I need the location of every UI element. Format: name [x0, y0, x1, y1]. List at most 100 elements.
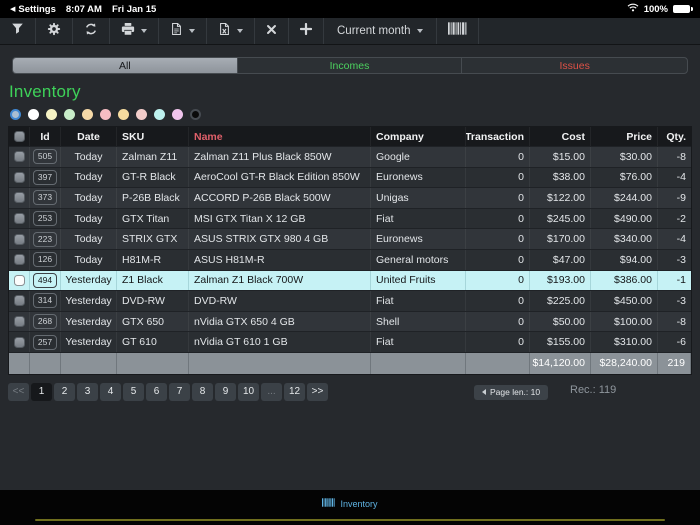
pagination-button->>[interactable]: >>	[307, 382, 328, 401]
page-length-label: Page len.: 10	[490, 387, 541, 398]
table-row[interactable]: 373 Today P-26B Black ACCORD P-26B Black 50…	[9, 188, 691, 209]
color-dot-7[interactable]	[118, 108, 129, 120]
pagination-button-3[interactable]: 3	[77, 382, 98, 401]
pagination-button-10[interactable]: 10	[238, 382, 259, 401]
cell-check	[9, 188, 30, 208]
cell-company: Fiat	[371, 208, 466, 229]
cell-company: Fiat	[371, 291, 466, 311]
cell-cost: $38.00	[530, 167, 591, 188]
page-length-button[interactable]: Page len.: 10	[474, 384, 549, 400]
row-checkbox[interactable]	[13, 192, 25, 204]
status-bar-right: 100%	[627, 3, 693, 15]
cell-transaction: 0	[466, 291, 530, 311]
color-dot-2[interactable]	[28, 108, 39, 120]
column-header-transaction[interactable]: Transaction	[466, 127, 530, 146]
segment-all[interactable]: All	[13, 58, 238, 73]
cell-price: $244.00	[591, 188, 658, 208]
color-dot-3[interactable]	[46, 108, 57, 120]
pagination-button-12[interactable]: 12	[284, 382, 305, 401]
color-dot-5[interactable]	[82, 108, 93, 120]
cell-date: Today	[61, 147, 117, 167]
select-all-checkbox[interactable]	[13, 131, 25, 142]
cell-check	[9, 291, 30, 311]
column-header-price[interactable]: Price	[591, 127, 658, 146]
row-checkbox[interactable]	[13, 233, 25, 245]
cell-name: DVD-RW	[189, 291, 371, 311]
chevron-down-icon	[416, 29, 423, 33]
table-row[interactable]: 257 Yesterday GT 610 nVidia GT 610 1 GB Fiat…	[9, 332, 691, 353]
pagination-button-1[interactable]: 1	[31, 382, 52, 401]
pagination-button-8[interactable]: 8	[192, 382, 213, 401]
table-row[interactable]: 314 Yesterday DVD-RW DVD-RW Fiat 0 $225.00 $450…	[9, 291, 691, 312]
refresh-icon	[84, 22, 98, 41]
table-row[interactable]: 505 Today Zalman Z11 Zalman Z11 Plus Black …	[9, 147, 691, 168]
print-button[interactable]	[110, 18, 159, 44]
cell-price: $76.00	[591, 167, 658, 188]
export-document-button[interactable]	[159, 18, 207, 44]
color-dot-10[interactable]	[172, 108, 183, 120]
column-header-id[interactable]: Id	[30, 127, 61, 146]
column-header-date[interactable]: Date	[61, 127, 117, 146]
refresh-button[interactable]	[73, 18, 110, 44]
row-id-badge: 126	[32, 252, 58, 268]
row-checkbox[interactable]	[13, 274, 25, 286]
pagination-button-4[interactable]: 4	[100, 382, 121, 401]
segment-incomes[interactable]: Incomes	[238, 58, 463, 73]
period-dropdown[interactable]: Current month	[324, 18, 437, 44]
color-dot-11[interactable]	[190, 108, 201, 120]
color-dot-9[interactable]	[154, 108, 165, 120]
column-header-sku[interactable]: SKU	[117, 127, 189, 146]
table-row[interactable]: 494 Yesterday Z1 Black Zalman Z1 Black 700W…	[9, 270, 691, 292]
color-dot-4[interactable]	[64, 108, 75, 120]
clear-button[interactable]	[255, 18, 289, 44]
row-checkbox[interactable]	[13, 213, 25, 225]
row-checkbox[interactable]	[13, 254, 25, 266]
table-row[interactable]: 223 Today STRIX GTX ASUS STRIX GTX 980 4 GB…	[9, 229, 691, 250]
barcode-scan-button[interactable]	[437, 18, 479, 44]
cell-price: $310.00	[591, 332, 658, 352]
cell-cost: $245.00	[530, 208, 591, 229]
pagination-button-2[interactable]: 2	[54, 382, 75, 401]
column-header-name[interactable]: Name	[189, 127, 371, 146]
cell-id: 268	[30, 311, 61, 332]
add-button[interactable]	[289, 18, 324, 44]
cell-date: Yesterday	[61, 311, 117, 332]
color-dot-8[interactable]	[136, 108, 147, 120]
record-count: Rec.: 119	[570, 383, 617, 396]
row-checkbox[interactable]	[13, 151, 25, 163]
home-indicator[interactable]	[35, 518, 665, 521]
table-row[interactable]: 268 Yesterday GTX 650 nVidia GTX 650 4 GB Sh…	[9, 311, 691, 333]
back-to-settings-link[interactable]: ◀ Settings	[10, 4, 56, 15]
pagination-button-9[interactable]: 9	[215, 382, 236, 401]
row-id-badge: 253	[32, 211, 58, 227]
row-checkbox[interactable]	[13, 336, 25, 348]
cell-check	[9, 208, 30, 229]
cell-company: General motors	[371, 249, 466, 270]
cell-price: $30.00	[591, 147, 658, 167]
row-checkbox[interactable]	[13, 295, 25, 307]
total-check	[9, 352, 30, 374]
settings-button[interactable]	[36, 18, 73, 44]
cell-check	[9, 147, 30, 167]
segment-issues[interactable]: Issues	[462, 58, 687, 73]
color-dot-6[interactable]	[100, 108, 111, 120]
pagination-button-5[interactable]: 5	[123, 382, 144, 401]
pagination-button-6[interactable]: 6	[146, 382, 167, 401]
export-excel-button[interactable]	[207, 18, 255, 44]
cell-price: $386.00	[591, 270, 658, 291]
filter-button[interactable]	[0, 18, 36, 44]
tab-inventory[interactable]: Inventory	[322, 498, 378, 509]
column-header-check[interactable]	[9, 127, 30, 146]
column-header-company[interactable]: Company	[371, 127, 466, 146]
row-checkbox[interactable]	[13, 171, 25, 183]
column-header-qty[interactable]: Qty.	[658, 127, 691, 146]
table-row[interactable]: 397 Today GT-R Black AeroCool GT-R Black Ed…	[9, 167, 691, 189]
column-header-cost[interactable]: Cost	[530, 127, 591, 146]
color-dot-1[interactable]	[10, 108, 21, 120]
table-row[interactable]: 126 Today H81M-R ASUS H81M-R General motors 0…	[9, 249, 691, 271]
row-checkbox[interactable]	[13, 316, 25, 328]
cell-transaction: 0	[466, 167, 530, 188]
cell-id: 223	[30, 229, 61, 249]
table-row[interactable]: 253 Today GTX Titan MSI GTX Titan X 12 GB Fi…	[9, 208, 691, 230]
pagination-button-7[interactable]: 7	[169, 382, 190, 401]
